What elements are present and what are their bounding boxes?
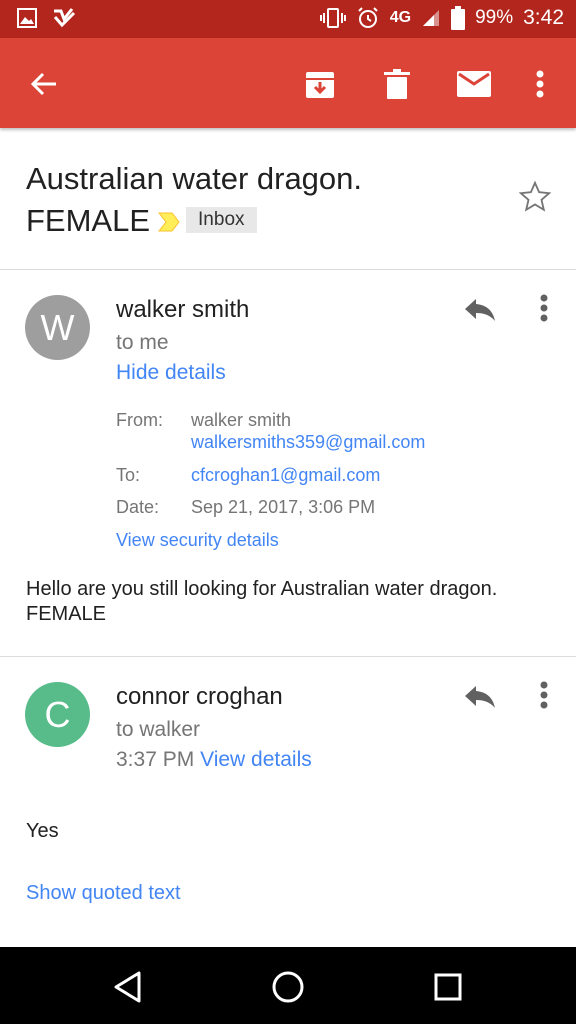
home-circle-icon[interactable]: [266, 965, 310, 1009]
recipient-text: to walker: [116, 718, 201, 741]
thread-subject: Australian water dragon. FEMALE Inbox: [26, 158, 496, 244]
show-quoted-text-link[interactable]: Show quoted text: [26, 881, 556, 906]
more-vert-icon[interactable]: [520, 64, 560, 104]
star-icon[interactable]: [518, 180, 558, 220]
recents-square-icon[interactable]: [426, 965, 470, 1009]
message-body: Yes: [26, 820, 59, 842]
message-body-line-1: Hello are you still looking for Australi…: [26, 578, 498, 600]
notification-check-icon: [52, 7, 76, 29]
status-bar: 4G 99% 3:42: [0, 0, 576, 38]
divider: [0, 269, 576, 270]
to-email-link[interactable]: cfcroghan1@gmail.com: [191, 465, 380, 486]
view-details-link[interactable]: View details: [200, 748, 312, 771]
inbox-label-chip[interactable]: Inbox: [186, 206, 257, 233]
date-value: Sep 21, 2017, 3:06 PM: [191, 497, 376, 517]
vibrate-icon: [319, 7, 346, 29]
battery-icon: [451, 6, 466, 30]
hide-details-link[interactable]: Hide details: [116, 361, 226, 385]
reply-icon[interactable]: [460, 294, 500, 326]
delete-icon[interactable]: [377, 64, 417, 104]
message-time-row: 3:37 PM View details: [116, 748, 312, 772]
importance-marker-icon[interactable]: [158, 202, 180, 244]
sender-name: walker smith: [116, 296, 250, 323]
message-more-vert-icon[interactable]: [530, 677, 558, 713]
app-bar: [0, 38, 576, 128]
back-triangle-icon[interactable]: [106, 965, 150, 1009]
reply-icon[interactable]: [460, 681, 500, 713]
image-icon: [16, 7, 38, 29]
avatar[interactable]: C: [25, 682, 90, 747]
to-label: To:: [116, 465, 141, 485]
mark-unread-icon[interactable]: [454, 64, 494, 104]
divider: [0, 656, 576, 657]
subject-line-1: Australian water dragon.: [26, 161, 363, 196]
message-time: 3:37 PM: [116, 748, 195, 771]
avatar[interactable]: W: [25, 295, 90, 360]
from-email-link[interactable]: walkersmiths359@gmail.com: [191, 432, 425, 453]
view-security-details-link[interactable]: View security details: [116, 530, 279, 551]
network-type: 4G: [389, 9, 412, 26]
message-more-vert-icon[interactable]: [530, 290, 558, 326]
date-label: Date:: [116, 497, 160, 517]
back-arrow-icon[interactable]: [24, 64, 64, 104]
message-body: Hello are you still looking for Australi…: [26, 577, 556, 627]
message-body-line-2: FEMALE: [26, 603, 107, 625]
from-name: walker smith: [191, 410, 292, 430]
system-nav-bar: [0, 947, 576, 1024]
from-label: From:: [116, 410, 163, 430]
battery-percent: 99%: [475, 7, 514, 28]
signal-icon: [421, 8, 441, 28]
subject-line-2: FEMALE: [26, 203, 151, 238]
recipient-text: to me: [116, 331, 169, 354]
alarm-icon: [356, 6, 380, 30]
clock-time: 3:42: [523, 6, 564, 29]
archive-icon[interactable]: [300, 64, 340, 104]
sender-name: connor croghan: [116, 683, 283, 710]
